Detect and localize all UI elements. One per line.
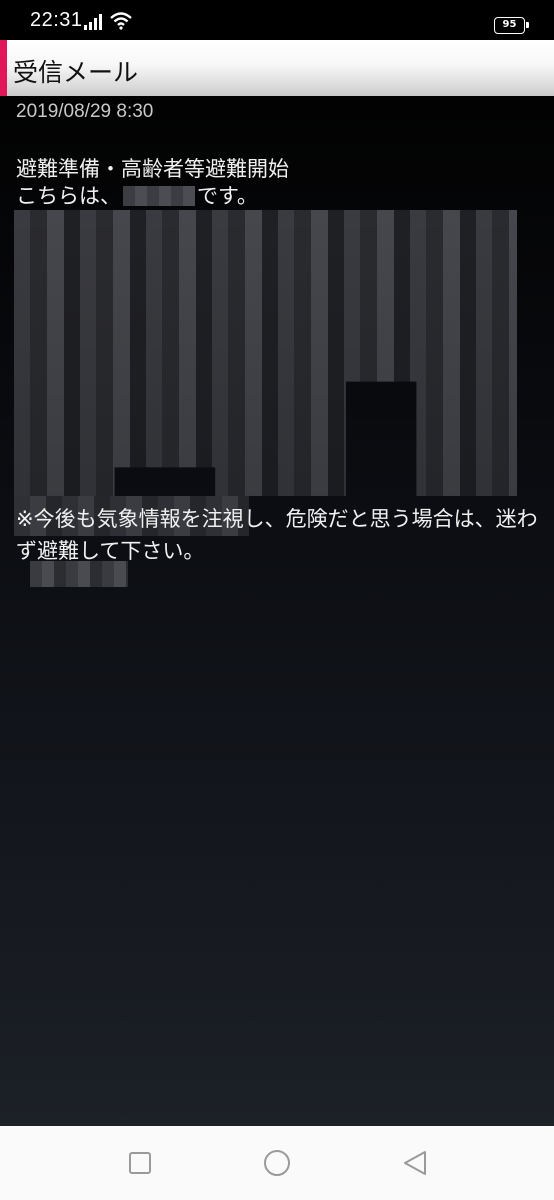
mail-subject: 避難準備・高齢者等避難開始 (16, 157, 289, 181)
status-time: 22:31 (30, 9, 83, 31)
signal-icon (84, 14, 102, 30)
redacted-sender-name (123, 186, 195, 206)
redacted-text-block (14, 210, 517, 496)
wifi-icon (110, 12, 132, 30)
status-bar: 22:31 95 (0, 0, 554, 40)
redacted-signature (30, 561, 128, 587)
mail-date: 2019/08/29 8:30 (16, 101, 154, 122)
battery-icon: 95 (494, 17, 529, 34)
recent-apps-icon[interactable] (125, 1148, 155, 1178)
app-header: 受信メール (0, 40, 554, 96)
back-icon[interactable] (400, 1148, 430, 1178)
mail-sender-prefix: こちらは、 (16, 184, 121, 208)
page-title: 受信メール (13, 58, 139, 87)
mail-body[interactable]: 2019/08/29 8:30 避難準備・高齢者等避難開始 こちらは、 です。 ※… (0, 96, 554, 1126)
mail-notice: ※今後も気象情報を注視し、危険だと思う場合は、迷わず避難して下さい。 (16, 507, 538, 563)
mail-sender-suffix: です。 (197, 184, 258, 208)
navigation-bar (0, 1126, 554, 1200)
mail-sender-line: こちらは、 です。 (16, 180, 258, 210)
home-icon[interactable] (262, 1148, 292, 1178)
header-accent-bar (0, 40, 7, 96)
